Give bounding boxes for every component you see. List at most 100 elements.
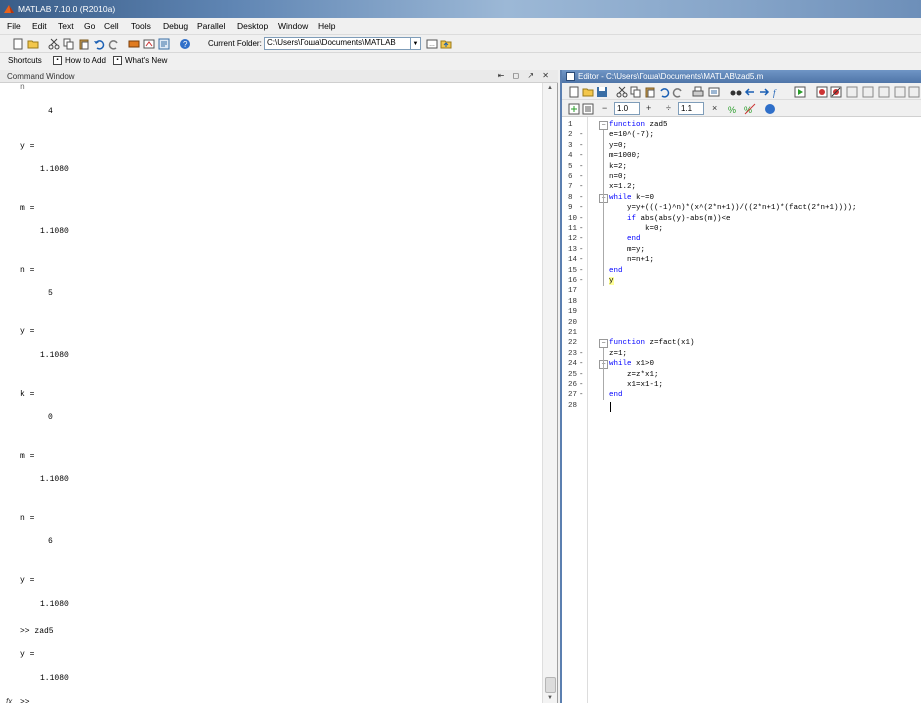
decrement-button[interactable]: − <box>602 103 607 113</box>
profiler-icon[interactable] <box>158 38 170 50</box>
menu-go[interactable]: Go <box>84 21 95 31</box>
paste-icon[interactable] <box>644 86 656 98</box>
redo-icon[interactable] <box>108 38 120 50</box>
whats-new-icon[interactable]: ▪ <box>113 56 122 65</box>
menu-text[interactable]: Text <box>58 21 74 31</box>
insert-cell-icon[interactable] <box>568 103 580 115</box>
fold-toggle-icon[interactable]: − <box>599 121 608 130</box>
code-line: n=n+1; <box>609 256 655 265</box>
scrollbar-thumb[interactable] <box>545 677 556 693</box>
breakpoint-icon[interactable] <box>816 86 828 98</box>
scroll-up-icon[interactable]: ▲ <box>547 85 553 91</box>
breakpoint-marker[interactable]: - <box>579 350 584 358</box>
breakpoint-marker[interactable]: - <box>579 256 584 264</box>
breakpoint-marker[interactable]: - <box>579 360 584 368</box>
save-icon[interactable] <box>596 86 608 98</box>
how-to-add-link[interactable]: How to Add <box>65 56 106 65</box>
title-bar: MATLAB 7.10.0 (R2010a) <box>0 0 921 18</box>
menu-cell[interactable]: Cell <box>104 21 119 31</box>
copy-icon[interactable] <box>63 38 75 50</box>
window-controls[interactable]: ⇤ ◻ ↗ ✕ <box>498 71 552 80</box>
breakpoint-marker[interactable]: - <box>579 142 584 150</box>
step-in-icon[interactable] <box>862 86 874 98</box>
exit-debug-icon[interactable] <box>908 86 920 98</box>
multiply-button[interactable]: × <box>712 103 717 113</box>
cut-icon[interactable] <box>616 86 628 98</box>
command-window-scrollbar[interactable]: ▲ ▼ <box>542 83 557 703</box>
cut-icon[interactable] <box>48 38 60 50</box>
breakpoint-marker[interactable]: - <box>579 371 584 379</box>
forward-arrow-icon[interactable] <box>758 86 770 98</box>
breakpoint-marker[interactable]: - <box>579 183 584 191</box>
output-line: 0 <box>48 413 53 422</box>
shortcuts-label[interactable]: Shortcuts <box>8 56 42 65</box>
back-arrow-icon[interactable] <box>744 86 756 98</box>
breakpoint-marker[interactable]: - <box>579 277 584 285</box>
breakpoint-marker[interactable]: - <box>579 163 584 171</box>
menu-window[interactable]: Window <box>278 21 308 31</box>
open-folder-icon[interactable] <box>582 86 594 98</box>
breakpoint-marker[interactable]: - <box>579 131 584 139</box>
paste-icon[interactable] <box>78 38 90 50</box>
function-icon[interactable]: f <box>772 86 784 98</box>
comment-icon[interactable]: % <box>728 103 740 115</box>
step-icon[interactable] <box>846 86 858 98</box>
browse-folder-icon[interactable]: … <box>426 38 438 50</box>
menu-help[interactable]: Help <box>318 21 335 31</box>
parent-folder-icon[interactable] <box>440 38 452 50</box>
breakpoint-marker[interactable]: - <box>579 194 584 202</box>
function-browser-icon[interactable]: fx <box>6 697 12 703</box>
breakpoint-marker[interactable]: - <box>579 204 584 212</box>
fold-toggle-icon[interactable]: − <box>599 339 608 349</box>
cell-mode-icon[interactable] <box>582 103 594 115</box>
undo-icon[interactable] <box>93 38 105 50</box>
new-file-icon[interactable] <box>12 38 24 50</box>
menu-desktop[interactable]: Desktop <box>237 21 268 31</box>
breakpoint-marker[interactable]: - <box>579 215 584 223</box>
clear-breakpoints-icon[interactable] <box>830 86 842 98</box>
find-icon[interactable] <box>730 86 742 98</box>
folder-dropdown-icon[interactable]: ▼ <box>411 37 421 50</box>
undo-icon[interactable] <box>658 86 670 98</box>
breakpoint-marker[interactable]: - <box>579 381 584 389</box>
divide-button[interactable]: ÷ <box>666 103 671 113</box>
continue-icon[interactable] <box>894 86 906 98</box>
cell-value-input-b[interactable]: 1.1 <box>678 102 704 115</box>
whats-new-link[interactable]: What's New <box>125 56 167 65</box>
menu-debug[interactable]: Debug <box>163 21 188 31</box>
breakpoint-marker[interactable]: - <box>579 391 584 399</box>
scroll-down-icon[interactable]: ▼ <box>547 695 553 701</box>
help-icon[interactable]: ? <box>179 38 191 50</box>
breakpoint-marker[interactable]: - <box>579 225 584 233</box>
new-file-icon[interactable] <box>568 86 580 98</box>
breakpoint-marker[interactable]: - <box>579 267 584 275</box>
menu-parallel[interactable]: Parallel <box>197 21 225 31</box>
publish-icon[interactable] <box>708 86 720 98</box>
current-folder-input[interactable]: C:\Users\Гоша\Documents\MATLAB <box>264 37 411 50</box>
breakpoint-marker[interactable]: - <box>579 173 584 181</box>
breakpoint-marker[interactable]: - <box>579 152 584 160</box>
run-icon[interactable] <box>794 86 806 98</box>
editor-window[interactable]: Editor - C:\Users\Гоша\Documents\MATLAB\… <box>560 70 921 703</box>
how-to-add-icon[interactable]: ▪ <box>53 56 62 65</box>
breakpoint-marker[interactable]: - <box>579 235 584 243</box>
open-folder-icon[interactable] <box>27 38 39 50</box>
menu-file[interactable]: File <box>7 21 21 31</box>
line-number: 2 <box>568 131 573 140</box>
step-out-icon[interactable] <box>878 86 890 98</box>
print-icon[interactable] <box>692 86 704 98</box>
menu-tools[interactable]: Tools <box>131 21 151 31</box>
breakpoint-marker[interactable]: - <box>579 246 584 254</box>
increment-button[interactable]: + <box>646 103 651 113</box>
command-window[interactable]: Command Window ⇤ ◻ ↗ ✕ n 4 y = 1.1080 m … <box>0 70 558 703</box>
guide-icon[interactable] <box>143 38 155 50</box>
menu-edit[interactable]: Edit <box>32 21 47 31</box>
uncomment-icon[interactable]: % <box>744 103 756 115</box>
command-window-title: Command Window <box>7 72 75 81</box>
cell-value-input-a[interactable]: 1.0 <box>614 102 640 115</box>
simulink-icon[interactable] <box>128 38 140 50</box>
cell-info-icon[interactable] <box>764 103 776 115</box>
redo-icon[interactable] <box>672 86 684 98</box>
command-prompt[interactable]: >> <box>20 698 30 703</box>
copy-icon[interactable] <box>630 86 642 98</box>
